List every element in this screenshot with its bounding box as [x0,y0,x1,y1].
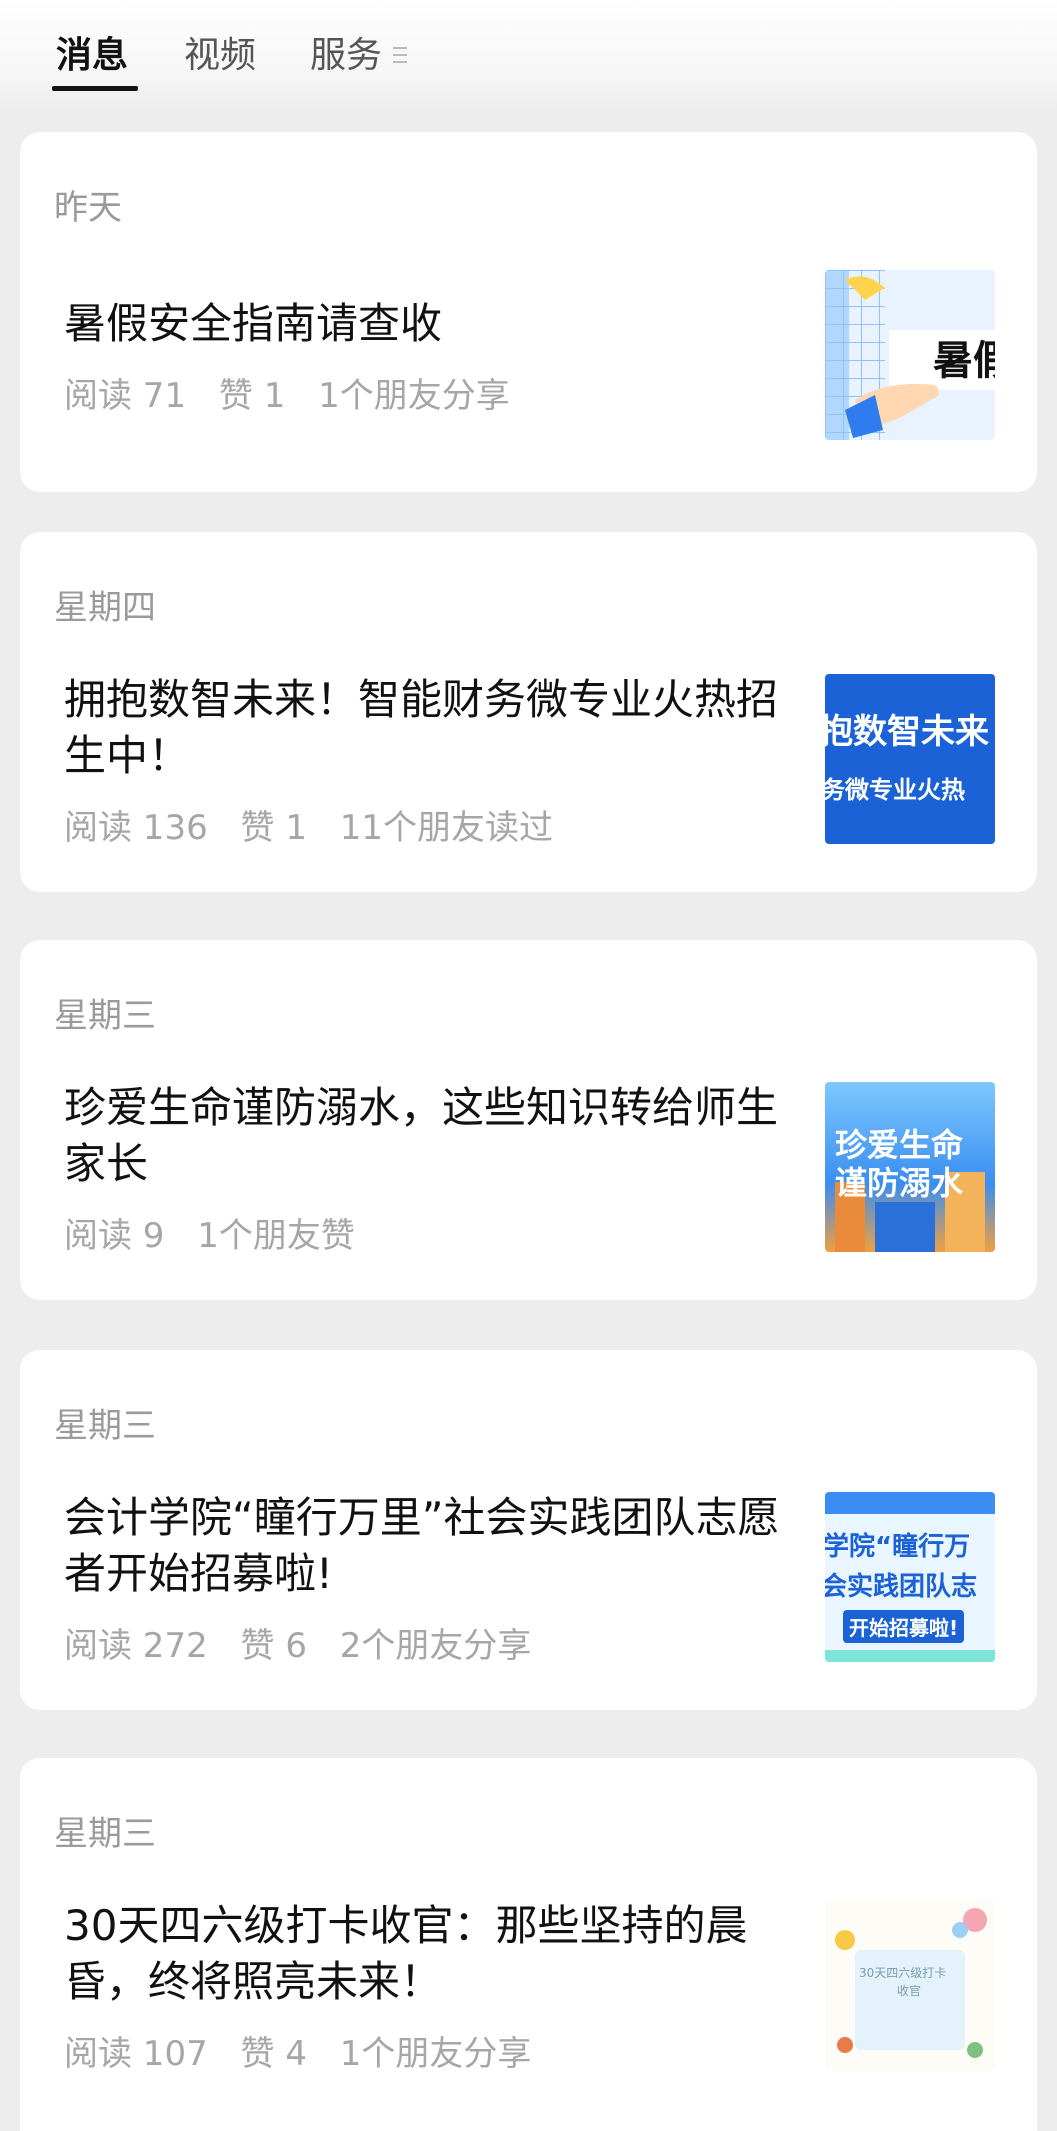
article-date: 昨天 [54,188,122,228]
read-count: 阅读 9 [64,1216,165,1256]
thumbnail-text: 抱数智未来 [825,712,989,752]
services-menu-icon[interactable] [393,47,407,67]
article-thumbnail[interactable]: 学院“瞳行万 会实践团队志 开始招募啦! [825,1492,995,1662]
article-stats: 阅读 107 赞 4 1个朋友分享 [64,2026,553,2075]
read-count: 阅读 136 [64,808,208,848]
article-thumbnail[interactable]: 珍爱生命 谨防溺水 [825,1082,995,1252]
article-date: 星期三 [54,1814,156,1854]
thumbnail-text: 开始招募啦! [843,1610,965,1643]
article-card[interactable]: 星期四 拥抱数智未来！智能财务微专业火热招生中！ 阅读 136 赞 1 11个朋… [20,532,1037,892]
article-card[interactable]: 星期三 珍爱生命谨防溺水，这些知识转给师生家长 阅读 9 1个朋友赞 珍爱生命 … [20,940,1037,1300]
article-thumbnail[interactable]: 暑假 [825,270,995,440]
top-tab-bar: 消息 视频 服务 [0,0,1057,108]
active-tab-indicator [52,86,138,91]
article-card[interactable]: 星期三 30天四六级打卡收官：那些坚持的晨昏，终将照亮未来！ 阅读 107 赞 … [20,1758,1037,2131]
tab-videos[interactable]: 视频 [184,32,256,80]
article-date: 星期三 [54,996,156,1036]
article-card[interactable]: 星期三 会计学院“瞳行万里”社会实践团队志愿者开始招募啦! 阅读 272 赞 6… [20,1350,1037,1710]
friend-activity: 1个朋友分享 [339,2034,532,2074]
like-count: 赞 1 [218,376,286,416]
read-count: 阅读 272 [64,1626,208,1666]
article-date: 星期三 [54,1406,156,1446]
like-count: 赞 6 [240,1626,307,1666]
like-count: 赞 4 [240,2034,307,2074]
tab-services[interactable]: 服务 [310,32,382,80]
article-date: 星期四 [54,588,156,628]
thumbnail-subtext: 谨防溺水 [835,1164,964,1202]
thumbnail-text: 收官 [897,1984,922,1998]
friend-activity: 11个朋友读过 [339,808,554,848]
thumbnail-text: 会实践团队志 [825,1572,978,1602]
article-thumbnail[interactable]: 30天四六级打卡 收官 [825,1900,995,2070]
friend-activity: 2个朋友分享 [339,1626,532,1666]
article-title[interactable]: 拥抱数智未来！智能财务微专业火热招生中！ [64,672,814,784]
article-title[interactable]: 会计学院“瞳行万里”社会实践团队志愿者开始招募啦! [64,1490,814,1602]
thumbnail-text: 学院“瞳行万 [825,1532,971,1562]
thumbnail-subtext: 务微专业火热 [825,776,965,804]
read-count: 阅读 71 [64,376,187,416]
article-stats: 阅读 272 赞 6 2个朋友分享 [64,1618,553,1667]
article-stats: 阅读 71 赞 1 1个朋友分享 [64,368,532,417]
article-stats: 阅读 136 赞 1 11个朋友读过 [64,800,575,849]
like-count: 赞 1 [240,808,307,848]
article-stats: 阅读 9 1个朋友赞 [64,1208,377,1257]
article-title[interactable]: 珍爱生命谨防溺水，这些知识转给师生家长 [64,1080,814,1192]
friend-activity: 1个朋友分享 [318,376,510,416]
thumbnail-text: 30天四六级打卡 [859,1966,947,1980]
thumbnail-text: 暑假 [933,338,995,384]
tab-messages[interactable]: 消息 [56,32,128,80]
article-title[interactable]: 30天四六级打卡收官：那些坚持的晨昏，终将照亮未来！ [64,1898,814,2010]
article-title[interactable]: 暑假安全指南请查收 [64,296,814,352]
friend-activity: 1个朋友赞 [197,1216,355,1256]
article-thumbnail[interactable]: 抱数智未来 务微专业火热 [825,674,995,844]
read-count: 阅读 107 [64,2034,208,2074]
article-card[interactable]: 昨天 暑假安全指南请查收 阅读 71 赞 1 1个朋友分享 暑假 [20,132,1037,492]
